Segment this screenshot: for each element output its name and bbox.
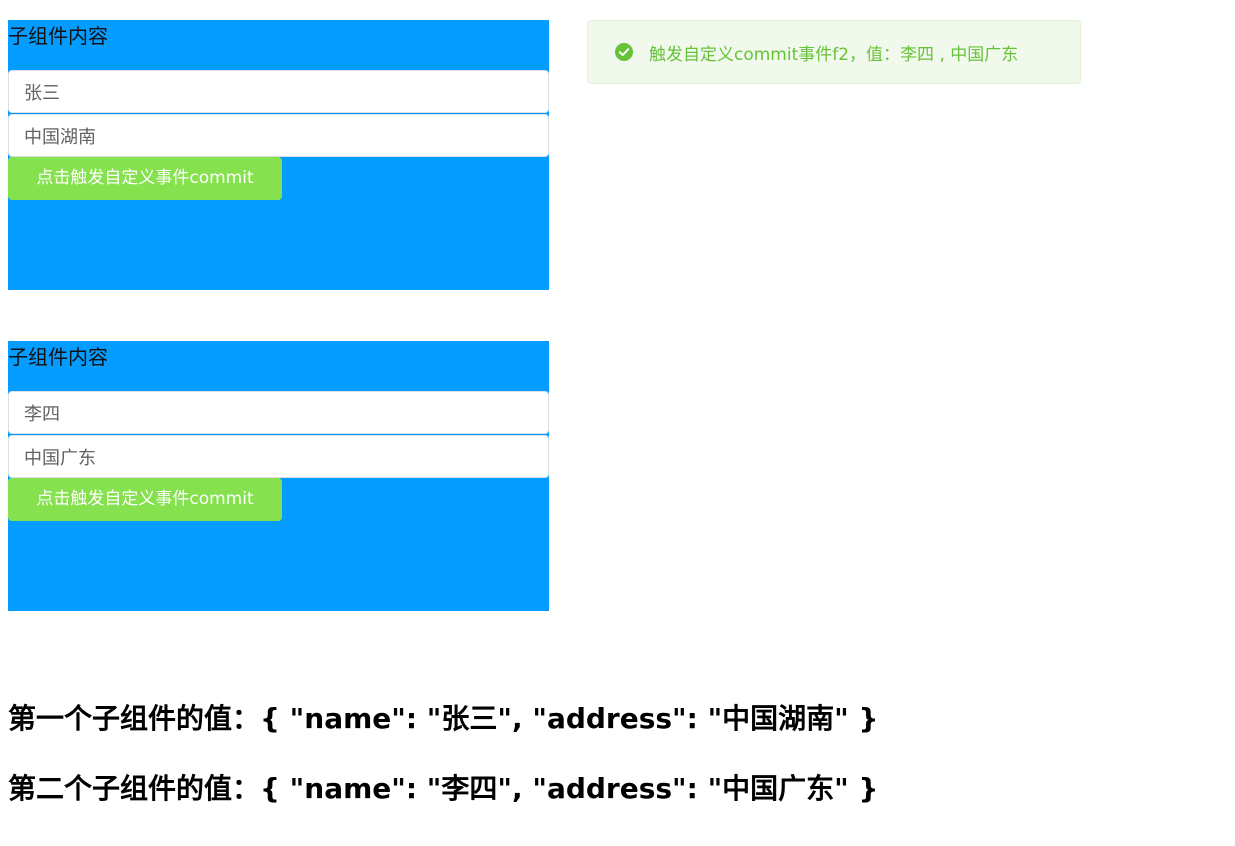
success-check-icon: [614, 42, 634, 62]
first-child-value-heading: 第一个子组件的值：{ "name": "张三", "address": "中国湖…: [8, 702, 879, 735]
address-input[interactable]: [8, 435, 549, 478]
address-input[interactable]: [8, 114, 549, 157]
name-input[interactable]: [8, 391, 549, 434]
child-component-2: 子组件内容 点击触发自定义事件commit: [8, 341, 549, 611]
child-title: 子组件内容: [8, 24, 108, 48]
toast-message: 触发自定义commit事件f2，值：李四 , 中国广东: [649, 44, 1019, 65]
child-component-1: 子组件内容 点击触发自定义事件commit: [8, 20, 549, 290]
child-title: 子组件内容: [8, 345, 108, 369]
commit-button[interactable]: 点击触发自定义事件commit: [8, 157, 282, 200]
success-message-toast: 触发自定义commit事件f2，值：李四 , 中国广东: [587, 20, 1081, 84]
second-child-value-heading: 第二个子组件的值：{ "name": "李四", "address": "中国广…: [8, 772, 879, 805]
name-input[interactable]: [8, 70, 549, 113]
commit-button[interactable]: 点击触发自定义事件commit: [8, 478, 282, 521]
